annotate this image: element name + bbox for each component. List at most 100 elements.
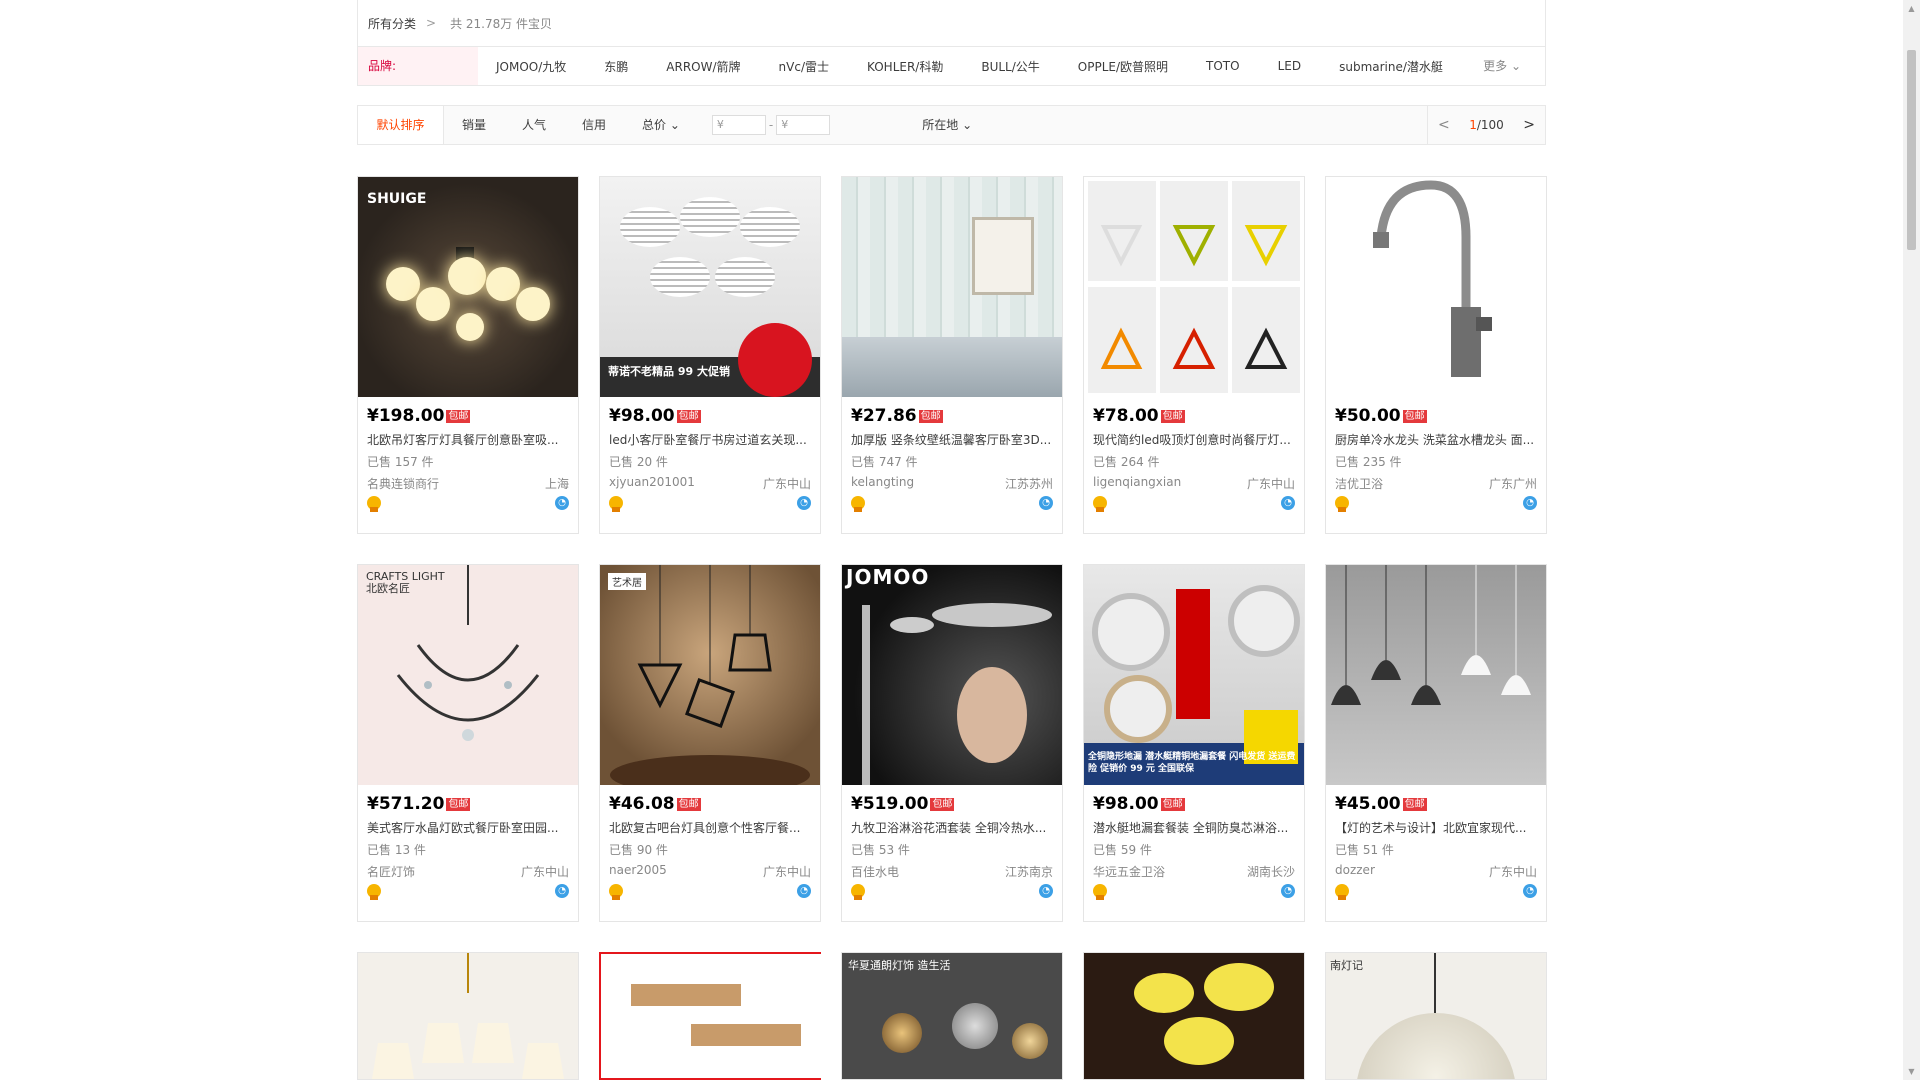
brand-option[interactable]: LED: [1278, 59, 1302, 73]
brand-option[interactable]: TOTO: [1206, 59, 1240, 73]
product-card[interactable]: ¥27.86 包邮 加厚版 竖条纹壁纸温馨客厅卧室3D... 已售 747 件 k…: [841, 176, 1063, 534]
gold-medal-icon[interactable]: [851, 884, 865, 900]
wangwang-chat-icon[interactable]: ◔: [555, 496, 569, 510]
brand-option[interactable]: JOMOO/九牧: [496, 58, 566, 75]
product-card[interactable]: ¥50.00 包邮 厨房单冷水龙头 洗菜盆水槽龙头 面... 已售 235 件 洁…: [1325, 176, 1547, 534]
sort-popularity-tab[interactable]: 人气: [504, 106, 564, 144]
product-image[interactable]: 全铜隐形地漏 潜水艇精铜地漏套餐 闪电发货 送运费险 促销价 99 元 全国联保: [1084, 565, 1304, 785]
brand-option[interactable]: ARROW/箭牌: [666, 58, 740, 75]
product-card[interactable]: [357, 952, 579, 1080]
sort-total-price-tab[interactable]: 总价 ⌄: [624, 106, 698, 144]
shop-name[interactable]: ligenqiangxian: [1093, 475, 1181, 493]
brand-option[interactable]: BULL/公牛: [981, 58, 1039, 75]
wangwang-chat-icon[interactable]: ◔: [1039, 884, 1053, 898]
product-card[interactable]: JOMOO ¥519.00 包邮 九牧卫浴淋浴花洒套装 全铜冷热水... 已售 5…: [841, 564, 1063, 922]
product-card[interactable]: ¥78.00 包邮 现代简约led吸顶灯创意时尚餐厅灯... 已售 264 件 l…: [1083, 176, 1305, 534]
brand-option[interactable]: 东鹏: [604, 58, 628, 75]
product-image[interactable]: [1326, 177, 1546, 397]
wangwang-chat-icon[interactable]: ◔: [1523, 496, 1537, 510]
gold-medal-icon[interactable]: [609, 496, 623, 512]
product-image[interactable]: [842, 177, 1062, 397]
product-title[interactable]: led小客厅卧室餐厅书房过道玄关现...: [609, 431, 811, 449]
wangwang-chat-icon[interactable]: ◔: [1281, 884, 1295, 898]
sort-sales-tab[interactable]: 销量: [444, 106, 504, 144]
sort-credit-tab[interactable]: 信用: [564, 106, 624, 144]
product-card[interactable]: SHUIGE ¥198.00 包邮 北欧吊灯客厅灯具餐厅创意卧室吸... 已售 1…: [357, 176, 579, 534]
scroll-up-icon[interactable]: ▲: [1903, 0, 1920, 17]
product-title[interactable]: 潜水艇地漏套餐装 全铜防臭芯淋浴...: [1093, 819, 1295, 837]
price-max-input[interactable]: ¥: [776, 115, 831, 135]
scrollbar-thumb[interactable]: [1907, 50, 1916, 250]
shop-name[interactable]: 名匠灯饰: [367, 863, 415, 881]
product-image[interactable]: [1084, 953, 1304, 1079]
shop-name[interactable]: 名典连锁商行: [367, 475, 439, 493]
vertical-scrollbar[interactable]: ▲ ▼: [1903, 0, 1920, 1080]
prev-page-icon[interactable]: <: [1438, 117, 1450, 133]
gold-medal-icon[interactable]: [609, 884, 623, 900]
shop-name[interactable]: kelangting: [851, 475, 914, 493]
free-shipping-badge: 包邮: [1160, 797, 1185, 811]
shop-name[interactable]: xjyuan201001: [609, 475, 695, 493]
product-image[interactable]: SHUIGE: [358, 177, 578, 397]
product-title[interactable]: 【灯的艺术与设计】北欧宜家现代...: [1335, 819, 1537, 837]
brand-option[interactable]: OPPLE/欧普照明: [1078, 58, 1168, 75]
gold-medal-icon[interactable]: [1093, 884, 1107, 900]
shop-name[interactable]: 华远五金卫浴: [1093, 863, 1165, 881]
product-card[interactable]: [1083, 952, 1305, 1080]
gold-medal-icon[interactable]: [367, 496, 381, 512]
sold-count: 已售 157 件: [367, 455, 434, 469]
wangwang-chat-icon[interactable]: ◔: [797, 496, 811, 510]
product-card[interactable]: 蒂诺不老精品 99 大促销 ¥98.00 包邮 led小客厅卧室餐厅书房过道玄关现…: [599, 176, 821, 534]
product-title[interactable]: 加厚版 竖条纹壁纸温馨客厅卧室3D...: [851, 431, 1053, 449]
product-title[interactable]: 现代简约led吸顶灯创意时尚餐厅灯...: [1093, 431, 1295, 449]
gold-medal-icon[interactable]: [1335, 884, 1349, 900]
product-image[interactable]: CRAFTS LIGHT 北欧名匠: [358, 565, 578, 785]
wangwang-chat-icon[interactable]: ◔: [1523, 884, 1537, 898]
product-title[interactable]: 厨房单冷水龙头 洗菜盆水槽龙头 面...: [1335, 431, 1537, 449]
product-title[interactable]: 北欧复古吧台灯具创意个性客厅餐...: [609, 819, 811, 837]
brand-option[interactable]: KOHLER/科勒: [867, 58, 943, 75]
brand-option[interactable]: nVc/雷士: [779, 58, 829, 75]
breadcrumb-all-categories[interactable]: 所有分类: [368, 15, 416, 32]
shop-name[interactable]: naer2005: [609, 863, 667, 881]
product-card[interactable]: CRAFTS LIGHT 北欧名匠 ¥571.20 包邮 美式客厅水晶灯欧式餐厅卧…: [357, 564, 579, 922]
location-filter[interactable]: 所在地 ⌄: [922, 106, 972, 144]
product-image[interactable]: 南灯记: [1326, 953, 1546, 1079]
product-image[interactable]: [1326, 565, 1546, 785]
product-image[interactable]: [1084, 177, 1304, 397]
next-page-icon[interactable]: >: [1523, 117, 1535, 133]
more-brands-button[interactable]: 更多 ⌄: [1483, 47, 1521, 85]
wangwang-chat-icon[interactable]: ◔: [1281, 496, 1295, 510]
product-image[interactable]: 艺术居: [600, 565, 820, 785]
price-min-input[interactable]: ¥: [711, 115, 766, 135]
product-card[interactable]: 南灯记: [1325, 952, 1547, 1080]
wangwang-chat-icon[interactable]: ◔: [1039, 496, 1053, 510]
wangwang-chat-icon[interactable]: ◔: [555, 884, 569, 898]
product-title[interactable]: 美式客厅水晶灯欧式餐厅卧室田园...: [367, 819, 569, 837]
product-card[interactable]: ¥45.00 包邮 【灯的艺术与设计】北欧宜家现代... 已售 51 件 dozz…: [1325, 564, 1547, 922]
wangwang-chat-icon[interactable]: ◔: [797, 884, 811, 898]
product-image[interactable]: 蒂诺不老精品 99 大促销: [600, 177, 820, 397]
gold-medal-icon[interactable]: [1335, 496, 1349, 512]
shop-name[interactable]: 洁优卫浴: [1335, 475, 1383, 493]
product-image[interactable]: [358, 953, 578, 1079]
product-card[interactable]: 艺术居 ¥46.08 包邮 北欧复古吧台灯具创意个性客厅餐... 已售 90 件 …: [599, 564, 821, 922]
product-card[interactable]: 全铜隐形地漏 潜水艇精铜地漏套餐 闪电发货 送运费险 促销价 99 元 全国联保…: [1083, 564, 1305, 922]
product-image[interactable]: 华夏通朗灯饰 造生活: [842, 953, 1062, 1079]
scroll-down-icon[interactable]: ▼: [1903, 1063, 1920, 1080]
gold-medal-icon[interactable]: [1093, 496, 1107, 512]
product-card[interactable]: 华夏通朗灯饰 造生活: [841, 952, 1063, 1080]
product-title[interactable]: 北欧吊灯客厅灯具餐厅创意卧室吸...: [367, 431, 569, 449]
product-image[interactable]: [601, 954, 821, 1078]
product-title[interactable]: 九牧卫浴淋浴花洒套装 全铜冷热水...: [851, 819, 1053, 837]
chandelier-illustration: [396, 565, 540, 741]
shower-set-illustration: [862, 603, 1052, 785]
gold-medal-icon[interactable]: [367, 884, 381, 900]
shop-name[interactable]: 百佳水电: [851, 863, 899, 881]
product-card-selected[interactable]: [599, 952, 821, 1080]
shop-name[interactable]: dozzer: [1335, 863, 1375, 881]
product-image[interactable]: JOMOO: [842, 565, 1062, 785]
sort-default-tab[interactable]: 默认排序: [358, 106, 444, 144]
brand-option[interactable]: submarine/潜水艇: [1339, 58, 1443, 75]
gold-medal-icon[interactable]: [851, 496, 865, 512]
